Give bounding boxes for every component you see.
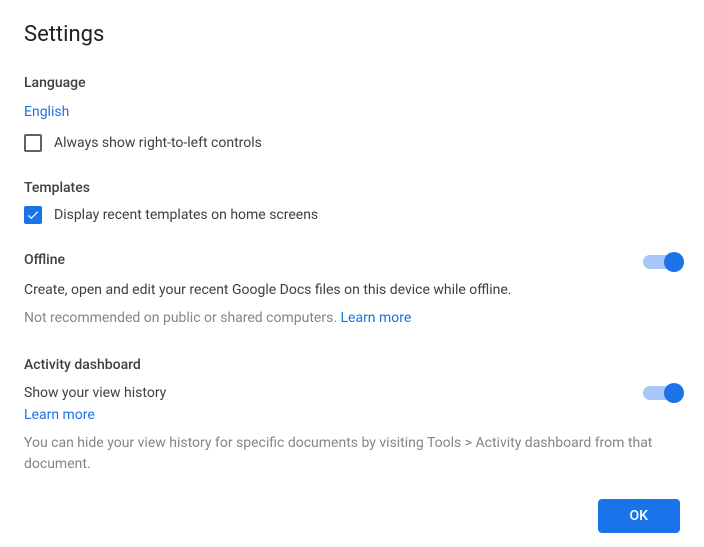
toggle-thumb — [664, 252, 684, 272]
offline-section: Offline Create, open and edit your recen… — [24, 252, 680, 329]
toggle-thumb — [664, 383, 684, 403]
recent-templates-checkbox[interactable] — [24, 206, 42, 224]
check-icon — [26, 208, 40, 222]
activity-section: Activity dashboard Show your view histor… — [24, 357, 680, 475]
ok-button[interactable]: OK — [598, 499, 681, 533]
activity-toggle[interactable] — [643, 386, 680, 400]
offline-note: Not recommended on public or shared comp… — [24, 310, 340, 326]
page-title: Settings — [24, 22, 680, 47]
templates-heading: Templates — [24, 180, 680, 196]
offline-learn-more-link[interactable]: Learn more — [340, 310, 411, 326]
rtl-checkbox-label: Always show right-to-left controls — [54, 135, 262, 151]
activity-heading: Activity dashboard — [24, 357, 680, 373]
offline-toggle[interactable] — [643, 255, 680, 269]
templates-section: Templates Display recent templates on ho… — [24, 180, 680, 224]
recent-templates-label: Display recent templates on home screens — [54, 207, 318, 223]
language-heading: Language — [24, 75, 680, 91]
dialog-footer: OK — [598, 499, 681, 533]
activity-description: You can hide your view history for speci… — [24, 433, 680, 475]
language-link[interactable]: English — [24, 104, 69, 120]
offline-heading: Offline — [24, 252, 627, 268]
activity-show-label: Show your view history — [24, 383, 627, 404]
language-section: Language English Always show right-to-le… — [24, 75, 680, 152]
offline-description: Create, open and edit your recent Google… — [24, 280, 627, 301]
activity-learn-more-link[interactable]: Learn more — [24, 407, 95, 423]
rtl-checkbox[interactable] — [24, 134, 42, 152]
